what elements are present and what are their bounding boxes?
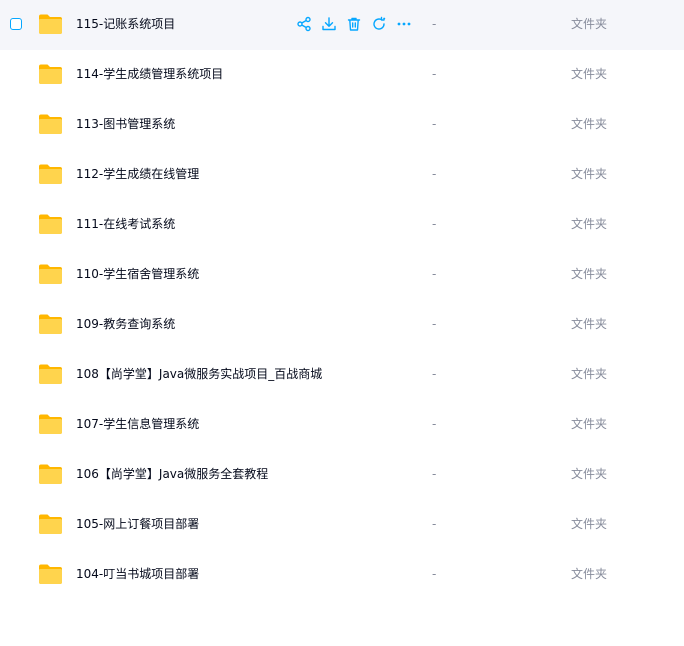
file-size: - <box>432 317 437 331</box>
row-actions <box>295 15 420 33</box>
file-row[interactable]: 109-教务查询系统 - 文件夹 <box>0 300 684 350</box>
folder-icon <box>38 563 63 585</box>
file-row[interactable]: 108【尚学堂】Java微服务实战项目_百战商城 - 文件夹 <box>0 350 684 400</box>
file-row[interactable]: 111-在线考试系统 - 文件夹 <box>0 200 684 250</box>
file-name[interactable]: 113-图书管理系统 <box>76 116 175 132</box>
file-size: - <box>432 467 437 481</box>
file-size: - <box>432 217 437 231</box>
file-name[interactable]: 114-学生成绩管理系统项目 <box>76 66 223 82</box>
file-size: - <box>432 367 437 381</box>
file-type: 文件夹 <box>571 317 608 331</box>
file-name[interactable]: 107-学生信息管理系统 <box>76 416 199 432</box>
file-name[interactable]: 106【尚学堂】Java微服务全套教程 <box>76 466 268 482</box>
folder-icon <box>38 313 63 335</box>
folder-icon <box>38 413 63 435</box>
file-type: 文件夹 <box>571 117 608 131</box>
file-type: 文件夹 <box>571 217 608 231</box>
file-row[interactable]: 112-学生成绩在线管理 - 文件夹 <box>0 150 684 200</box>
file-row[interactable]: 114-学生成绩管理系统项目 - 文件夹 <box>0 50 684 100</box>
file-size: - <box>432 517 437 531</box>
folder-icon <box>38 63 63 85</box>
more-icon[interactable] <box>395 15 413 33</box>
folder-icon <box>38 263 63 285</box>
file-size: - <box>432 167 437 181</box>
file-row[interactable]: 105-网上订餐项目部署 - 文件夹 <box>0 500 684 550</box>
file-name[interactable]: 109-教务查询系统 <box>76 316 175 332</box>
row-checkbox[interactable] <box>10 18 22 30</box>
file-type: 文件夹 <box>571 267 608 281</box>
file-name[interactable]: 104-叮当书城项目部署 <box>76 566 199 582</box>
file-type: 文件夹 <box>571 567 608 581</box>
file-row[interactable]: 115-记账系统项目 - 文件夹 <box>0 0 684 50</box>
download-icon[interactable] <box>320 15 338 33</box>
file-size: - <box>432 17 437 31</box>
file-name[interactable]: 115-记账系统项目 <box>76 16 175 32</box>
folder-icon <box>38 463 63 485</box>
file-row[interactable]: 107-学生信息管理系统 - 文件夹 <box>0 400 684 450</box>
folder-icon <box>38 513 63 535</box>
file-type: 文件夹 <box>571 167 608 181</box>
file-name[interactable]: 108【尚学堂】Java微服务实战项目_百战商城 <box>76 366 322 382</box>
file-type: 文件夹 <box>571 367 608 381</box>
share-icon[interactable] <box>295 15 313 33</box>
file-type: 文件夹 <box>571 67 608 81</box>
file-size: - <box>432 67 437 81</box>
file-size: - <box>432 267 437 281</box>
file-type: 文件夹 <box>571 467 608 481</box>
file-name[interactable]: 105-网上订餐项目部署 <box>76 516 199 532</box>
file-name[interactable]: 111-在线考试系统 <box>76 216 175 232</box>
file-type: 文件夹 <box>571 517 608 531</box>
folder-icon <box>38 13 63 35</box>
folder-icon <box>38 363 63 385</box>
folder-icon <box>38 213 63 235</box>
refresh-icon[interactable] <box>370 15 388 33</box>
file-size: - <box>432 417 437 431</box>
file-row[interactable]: 110-学生宿舍管理系统 - 文件夹 <box>0 250 684 300</box>
file-name[interactable]: 112-学生成绩在线管理 <box>76 166 199 182</box>
file-name[interactable]: 110-学生宿舍管理系统 <box>76 266 199 282</box>
file-type: 文件夹 <box>571 17 608 31</box>
file-size: - <box>432 117 437 131</box>
delete-icon[interactable] <box>345 15 363 33</box>
file-row[interactable]: 106【尚学堂】Java微服务全套教程 - 文件夹 <box>0 450 684 500</box>
file-row[interactable]: 104-叮当书城项目部署 - 文件夹 <box>0 550 684 600</box>
folder-icon <box>38 163 63 185</box>
file-type: 文件夹 <box>571 417 608 431</box>
file-row[interactable]: 113-图书管理系统 - 文件夹 <box>0 100 684 150</box>
folder-icon <box>38 113 63 135</box>
file-size: - <box>432 567 437 581</box>
file-list: 115-记账系统项目 - 文件夹 114-学生成绩管理系统项目 - 文件夹 11… <box>0 0 684 646</box>
